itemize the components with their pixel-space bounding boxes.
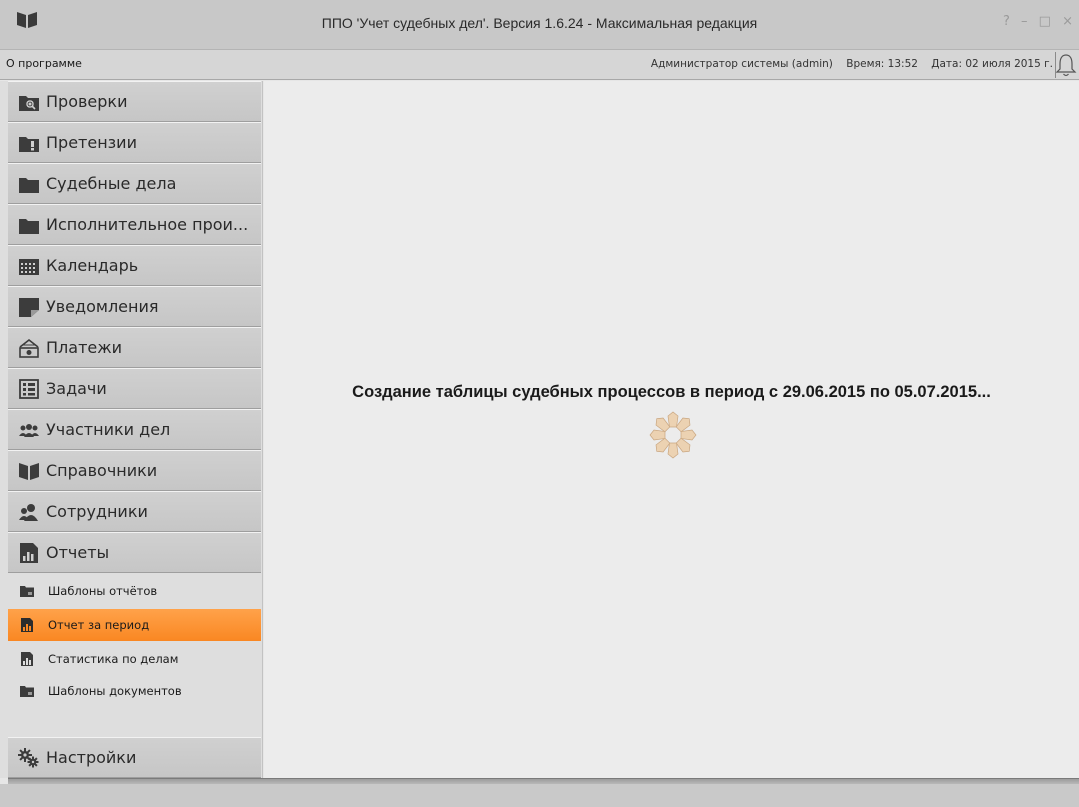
info-bar: О программе Администратор системы (admin… — [0, 50, 1079, 80]
employee-icon — [19, 503, 38, 521]
folder-icon — [19, 177, 39, 193]
sidebar-item-court-cases[interactable]: Судебные дела — [8, 163, 261, 204]
main-content: Создание таблицы судебных процессов в пе… — [264, 81, 1079, 778]
sidebar-item-label: Сотрудники — [46, 502, 148, 521]
cash-register-icon — [19, 338, 39, 358]
submenu-case-statistics[interactable]: Статистика по делам — [8, 643, 261, 675]
current-time: Время: 13:52 — [846, 58, 918, 70]
gears-icon — [18, 747, 39, 767]
sidebar-item-settings[interactable]: Настройки — [8, 737, 261, 778]
close-button[interactable]: × — [1062, 14, 1075, 29]
submenu-report-templates[interactable]: Шаблоны отчётов — [8, 575, 261, 607]
about-menu[interactable]: О программе — [6, 57, 82, 70]
submenu-label: Шаблоны документов — [48, 684, 182, 698]
loading-message: Создание таблицы судебных процессов в пе… — [352, 383, 991, 401]
submenu-label: Статистика по делам — [48, 652, 179, 666]
people-icon — [19, 423, 39, 437]
sidebar-item-enforcement[interactable]: Исполнительное прои... — [8, 204, 261, 245]
sidebar-item-directories[interactable]: Справочники — [8, 450, 261, 491]
report-chart-icon — [20, 542, 38, 563]
sidebar-item-label: Справочники — [46, 461, 158, 480]
sidebar: Проверки Претензии Судебные дела Исполни… — [0, 81, 263, 778]
template-folder-icon — [20, 586, 34, 597]
sidebar-item-claims[interactable]: Претензии — [8, 122, 261, 163]
window-controls: ? – □ × — [1000, 14, 1075, 29]
sidebar-item-label: Уведомления — [46, 297, 159, 316]
sidebar-item-label: Задачи — [46, 379, 107, 398]
sidebar-item-label: Судебные дела — [46, 174, 177, 193]
task-list-icon — [19, 378, 39, 399]
sidebar-item-label: Претензии — [46, 133, 137, 152]
folder-search-icon — [19, 95, 39, 111]
session-info: Администратор системы (admin) Время: 13:… — [641, 58, 1053, 70]
current-date: Дата: 02 июля 2015 г. — [931, 58, 1053, 70]
minimize-button[interactable]: – — [1021, 14, 1030, 29]
sidebar-item-participants[interactable]: Участники дел — [8, 409, 261, 450]
sidebar-item-calendar[interactable]: Календарь — [8, 245, 261, 286]
sidebar-item-label: Участники дел — [46, 420, 171, 439]
template-folder-icon — [20, 686, 34, 697]
sidebar-item-label: Платежи — [46, 338, 123, 357]
submenu-document-templates[interactable]: Шаблоны документов — [8, 675, 261, 707]
sidebar-item-checks[interactable]: Проверки — [8, 81, 261, 122]
window-title: ППО 'Учет судебных дел'. Версия 1.6.24 -… — [321, 15, 758, 31]
maximize-button[interactable]: □ — [1039, 14, 1053, 29]
submenu-period-report[interactable]: Отчет за период — [8, 609, 261, 641]
loading-spinner-icon — [649, 411, 697, 459]
book-icon — [19, 462, 39, 480]
sidebar-item-reports[interactable]: Отчеты — [8, 532, 261, 573]
sidebar-item-notifications[interactable]: Уведомления — [8, 286, 261, 327]
sidebar-item-tasks[interactable]: Задачи — [8, 368, 261, 409]
sidebar-item-label: Настройки — [46, 748, 137, 767]
calendar-icon — [19, 258, 39, 275]
folder-warning-icon — [19, 136, 39, 152]
sidebar-item-label: Проверки — [46, 92, 128, 111]
sidebar-item-label: Отчеты — [46, 543, 110, 562]
sidebar-item-employees[interactable]: Сотрудники — [8, 491, 261, 532]
report-chart-icon — [21, 652, 33, 666]
sidebar-item-payments[interactable]: Платежи — [8, 327, 261, 368]
app-window: ППО 'Учет судебных дел'. Версия 1.6.24 -… — [0, 0, 1079, 807]
sidebar-item-label: Исполнительное прои... — [46, 215, 249, 234]
folder-icon — [19, 218, 39, 234]
status-bar — [0, 784, 1079, 807]
sidebar-item-label: Календарь — [46, 256, 139, 275]
help-button[interactable]: ? — [1003, 14, 1012, 29]
note-icon — [19, 297, 39, 317]
submenu-label: Отчет за период — [48, 618, 150, 632]
bell-icon[interactable] — [1055, 52, 1077, 78]
title-bar: ППО 'Учет судебных дел'. Версия 1.6.24 -… — [0, 0, 1079, 50]
submenu-label: Шаблоны отчётов — [48, 584, 158, 598]
current-user: Администратор системы (admin) — [650, 58, 833, 70]
report-chart-icon — [21, 618, 33, 632]
